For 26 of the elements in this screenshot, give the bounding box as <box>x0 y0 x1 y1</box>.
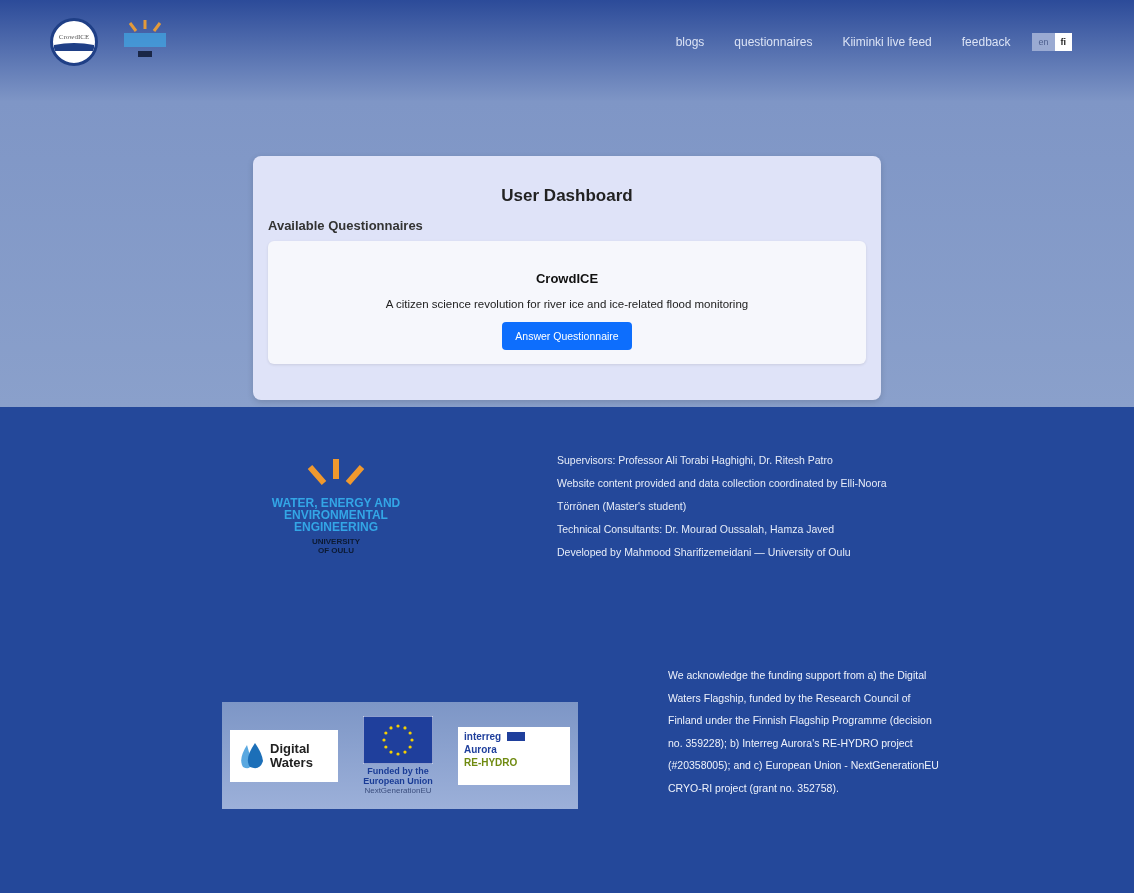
nav-link[interactable]: questionnaires <box>734 35 813 49</box>
wave-icon <box>54 41 94 51</box>
eu-flag-icon <box>507 731 526 741</box>
questionnaire-title: CrowdICE <box>535 271 599 286</box>
answer-button[interactable]: Answer Questionnaire <box>502 322 632 350</box>
nav-link[interactable]: feedback <box>961 35 1011 49</box>
aurora-text: Aurora <box>464 743 498 755</box>
interreg-text: interreg <box>464 730 502 742</box>
acknowledgement-text: We acknowledge the funding support from a) the Digital Waters Flagship, funded by the Research Council of Finland under the Finnish Flagship Programme (decision no. 359228); b) Interreg Aurora's RE-HYDRO project (#20358005); and c) European Union - NextGenerationEU CRYO-RI project (grant no. 352758). <box>668 668 940 796</box>
credit-text: Website content provided and data collection coordinated by Elli-Noora Törrönen (Master's student) <box>557 476 888 514</box>
digital-waters-text: Digital Waters <box>270 741 314 770</box>
credit-text: Technical Consultants: Dr. Mourad Oussalah, Hamza Javed <box>557 522 836 537</box>
credit-text: Developed by Mahmood Sharifizemeidani — University of Oulu <box>557 545 852 560</box>
eu-flag-icon <box>363 715 433 764</box>
language-button[interactable]: en <box>1032 33 1055 51</box>
section-heading: Available Questionnaires <box>268 218 424 233</box>
nav-link[interactable]: blogs <box>675 35 705 49</box>
eu-subtitle: NextGenerationEU <box>364 786 432 796</box>
questionnaire-description: A citizen science revolution for river ice and ice-related flood monitoring <box>385 298 749 310</box>
nav-link[interactable]: Kiiminki live feed <box>842 35 932 49</box>
credit-text: Supervisors: Professor Ali Torabi Haghighi, Dr. Ritesh Patro <box>557 453 834 468</box>
dashboard-title: User Dashboard <box>500 186 634 206</box>
project-text: RE-HYDRO <box>464 756 519 768</box>
eu-funding-text: Funded by the European Union <box>362 766 434 787</box>
university-name: UNIVERSITY OF OULU <box>311 537 361 555</box>
department-name: WATER, ENERGY AND ENVIRONMENTAL ENGINEERING <box>270 497 402 533</box>
